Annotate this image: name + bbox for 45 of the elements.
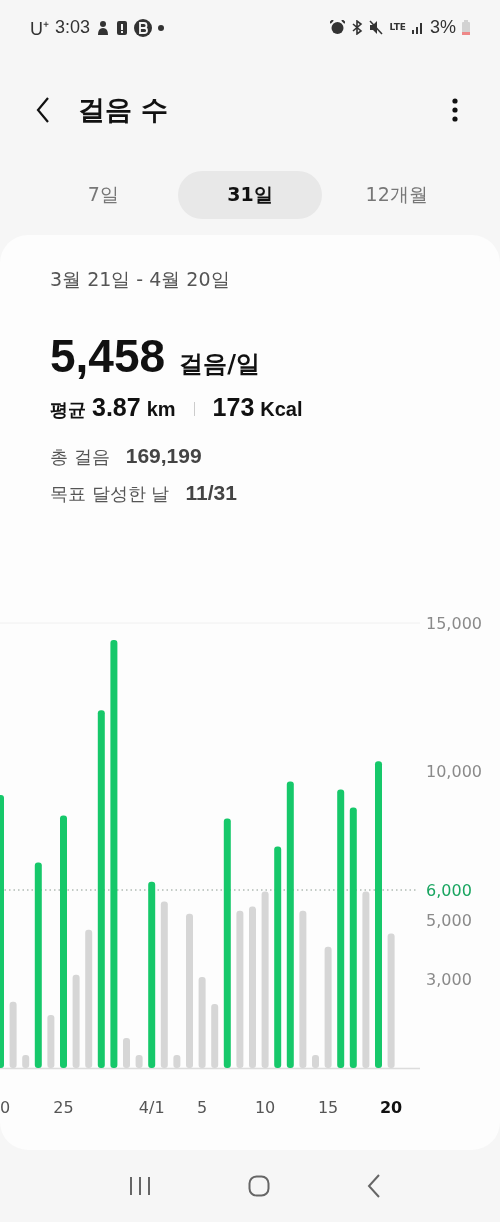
stat-label: 목표 달성한 날 <box>50 482 170 506</box>
battery-percent: 3% <box>430 17 456 38</box>
x-axis-label: 25 <box>53 1098 74 1117</box>
b-badge-icon <box>134 18 153 37</box>
calories-unit: Kcal <box>260 398 303 421</box>
signal-icon <box>412 21 424 34</box>
stat-label: 총 걸음 <box>50 445 110 469</box>
x-axis-label: 5 <box>197 1098 208 1117</box>
y-axis-label: 10,000 <box>426 762 482 782</box>
page-title: 걸음 수 <box>78 93 170 127</box>
y-axis-label: 5,000 <box>426 910 472 930</box>
date-range: 3월 21일 - 4월 20일 <box>49 267 231 292</box>
x-axis-label: 0 <box>0 1098 11 1117</box>
bluetooth-icon <box>351 20 364 35</box>
daily-steps-unit: 걸음/일 <box>179 349 260 380</box>
more-options-icon[interactable] <box>452 98 458 122</box>
distance-value: 3.87 <box>92 393 141 422</box>
period-tab[interactable]: 7일 <box>31 171 176 219</box>
distance-unit: km <box>146 398 176 421</box>
calories-value: 173 <box>212 393 255 422</box>
y-axis-label: 6,000 <box>426 881 472 900</box>
stat-value: 169,199 <box>125 444 202 468</box>
period-tab[interactable]: 31일 <box>178 171 322 219</box>
alert-icon <box>116 19 129 36</box>
recent-apps-icon[interactable] <box>128 1176 151 1196</box>
y-axis-label: 3,000 <box>426 970 472 989</box>
battery-icon <box>462 20 470 35</box>
x-axis-label: 15 <box>317 1098 339 1117</box>
x-axis-label: 10 <box>254 1098 276 1117</box>
home-icon[interactable] <box>248 1175 270 1197</box>
clock: 3:03 <box>55 17 91 38</box>
period-tab[interactable]: 12개월 <box>324 171 469 219</box>
y-axis-label: 15,000 <box>426 614 482 633</box>
network-label: LTE <box>389 23 406 32</box>
mute-icon <box>369 20 384 35</box>
carrier-label: U⁺ <box>30 17 49 40</box>
stat-value: 11/31 <box>185 481 237 505</box>
x-axis-label: 4/1 <box>138 1098 165 1117</box>
back-nav-icon[interactable] <box>367 1174 382 1198</box>
x-axis-label: 20 <box>379 1098 403 1117</box>
alarm-icon <box>330 20 346 35</box>
back-icon[interactable] <box>36 97 50 123</box>
dot-icon <box>158 24 165 31</box>
average-label: 평균 <box>50 398 86 422</box>
daily-steps-value: 5,458 <box>50 329 166 383</box>
